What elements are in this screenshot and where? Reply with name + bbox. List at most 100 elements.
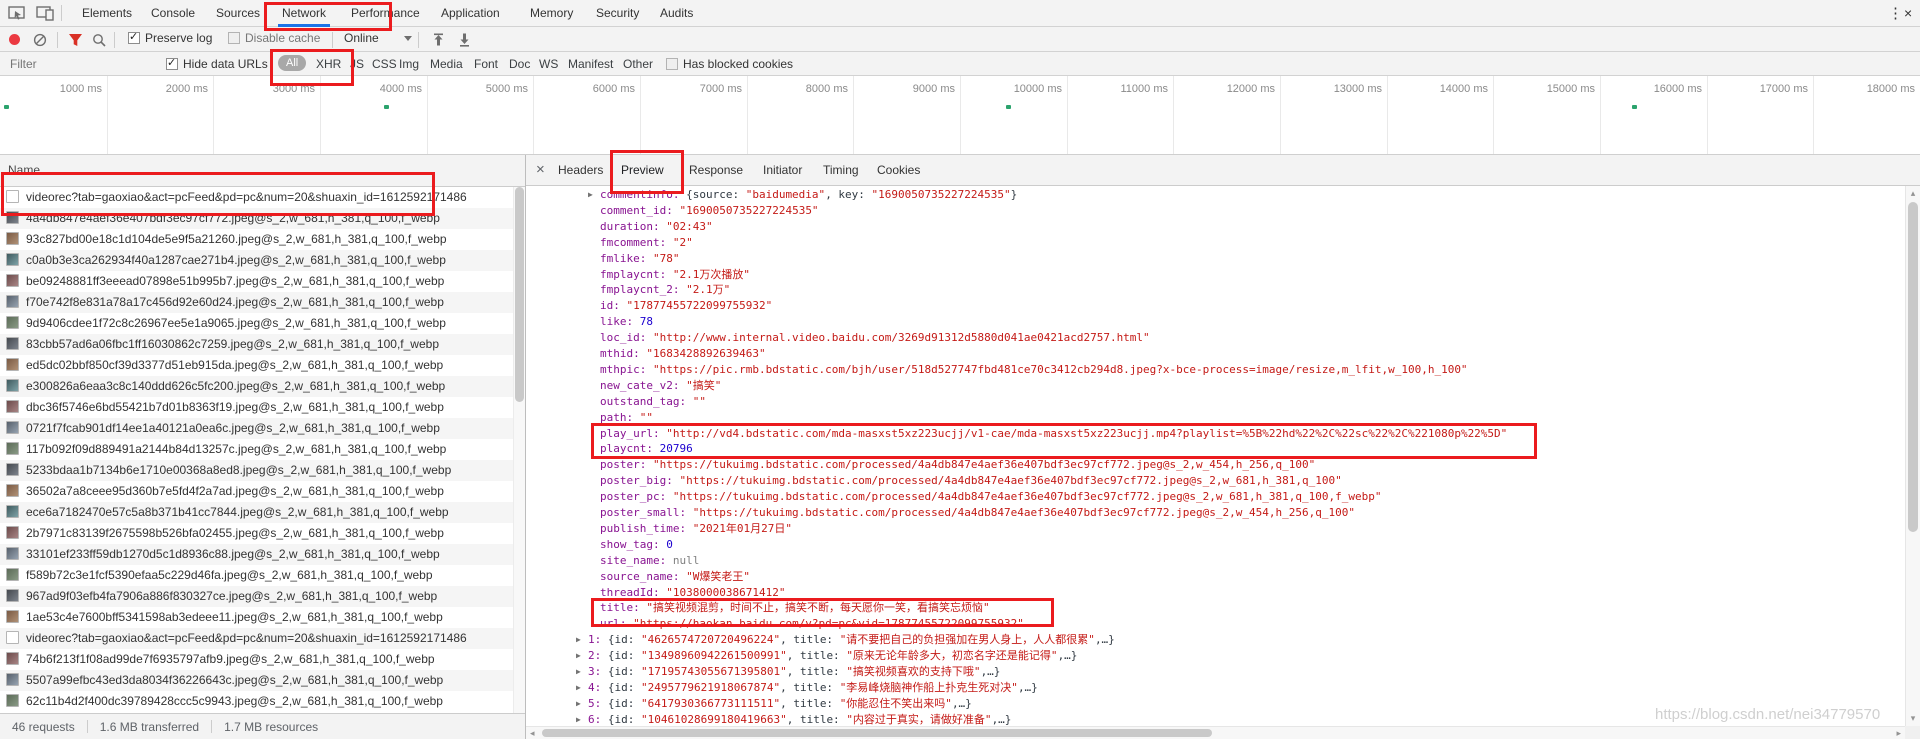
checkbox-checked-icon[interactable] bbox=[166, 58, 178, 70]
scroll-right-icon[interactable]: ▸ bbox=[1896, 727, 1901, 739]
checkbox-unchecked-icon[interactable] bbox=[228, 32, 240, 44]
main-tab-performance[interactable]: Performance bbox=[351, 6, 420, 20]
scrollbar-thumb[interactable] bbox=[515, 187, 524, 402]
checkbox-unchecked-icon[interactable] bbox=[666, 58, 678, 70]
request-row[interactable]: 0721f7fcab901df14ee1a40121a0ea6c.jpeg@s_… bbox=[0, 418, 513, 439]
main-tab-elements[interactable]: Elements bbox=[82, 6, 132, 20]
throttling-value[interactable]: Online bbox=[344, 31, 379, 45]
expand-arrow-icon[interactable]: ▶ bbox=[576, 648, 588, 664]
scroll-left-icon[interactable]: ◂ bbox=[530, 727, 535, 739]
filter-type-all[interactable]: All bbox=[278, 55, 306, 69]
request-row[interactable]: videorec?tab=gaoxiao&act=pcFeed&pd=pc&nu… bbox=[0, 628, 513, 649]
detail-tab-preview[interactable]: Preview bbox=[621, 163, 664, 177]
hide-data-urls-checkbox[interactable]: Hide data URLs bbox=[166, 57, 268, 73]
request-row[interactable]: videorec?tab=gaoxiao&act=pcFeed&pd=pc&nu… bbox=[0, 187, 513, 208]
request-row[interactable]: f589b72c3e1fcf5390efaa5c229d46fa.jpeg@s_… bbox=[0, 565, 513, 586]
filter-type-selected-pill[interactable]: All bbox=[278, 55, 306, 71]
request-row[interactable]: e300826a6eaa3c8c140ddd626c5fc200.jpeg@s_… bbox=[0, 376, 513, 397]
scroll-down-icon[interactable]: ▾ bbox=[1906, 713, 1920, 724]
throttling-select[interactable]: Online bbox=[344, 31, 412, 47]
preserve-log-checkbox[interactable]: Preserve log bbox=[128, 31, 212, 47]
request-row[interactable]: ece6a7182470e57c5a8b371b41cc7844.jpeg@s_… bbox=[0, 502, 513, 523]
disable-cache-checkbox[interactable]: Disable cache bbox=[228, 31, 320, 47]
filter-type-ws[interactable]: WS bbox=[539, 57, 558, 71]
detail-tab-cookies[interactable]: Cookies bbox=[877, 163, 920, 177]
request-row[interactable]: 36502a7a8ceee95d360b7e5fd4f2a7ad.jpeg@s_… bbox=[0, 481, 513, 502]
search-icon[interactable] bbox=[92, 33, 106, 47]
scrollbar-thumb[interactable] bbox=[542, 729, 1212, 737]
request-row[interactable]: 1ae53c4e7600bff5341598ab3edeee11.jpeg@s_… bbox=[0, 607, 513, 628]
timeline-tick-label: 14000 ms bbox=[1440, 83, 1488, 95]
request-row[interactable]: 62c11b4d2f400dc39789428ccc5c9943.jpeg@s_… bbox=[0, 691, 513, 712]
expand-arrow-icon[interactable]: ▶ bbox=[576, 664, 588, 680]
kebab-menu-icon[interactable]: ⋮ bbox=[1888, 4, 1903, 22]
clear-network-log-icon[interactable] bbox=[33, 33, 47, 47]
import-har-icon[interactable] bbox=[432, 33, 445, 47]
json-key: new_cate_v2: bbox=[600, 379, 686, 392]
scroll-up-icon[interactable]: ▴ bbox=[1906, 188, 1920, 199]
hide-data-urls-label[interactable]: Hide data URLs bbox=[183, 57, 268, 71]
request-row[interactable]: 93c827bd00e18c1d104de5e9f5a21260.jpeg@s_… bbox=[0, 229, 513, 250]
detail-tab-response[interactable]: Response bbox=[689, 163, 743, 177]
expand-arrow-icon[interactable]: ▶ bbox=[576, 712, 588, 726]
main-tab-console[interactable]: Console bbox=[151, 6, 195, 20]
expand-arrow-icon[interactable]: ▶ bbox=[576, 696, 588, 712]
filter-type-other[interactable]: Other bbox=[623, 57, 653, 71]
filter-type-js[interactable]: JS bbox=[350, 57, 364, 71]
detail-tab-timing[interactable]: Timing bbox=[823, 163, 859, 177]
has-blocked-cookies-label[interactable]: Has blocked cookies bbox=[683, 57, 793, 71]
main-tab-network[interactable]: Network bbox=[282, 6, 326, 20]
name-column-header[interactable]: Name bbox=[0, 155, 525, 187]
device-toolbar-icon[interactable] bbox=[36, 5, 54, 21]
request-row[interactable]: 4a4db847e4aef36e407bdf3ec97cf772.jpeg@s_… bbox=[0, 208, 513, 229]
preview-vertical-scrollbar[interactable]: ▴ ▾ bbox=[1905, 186, 1920, 726]
preserve-log-label[interactable]: Preserve log bbox=[145, 31, 212, 45]
detail-tab-initiator[interactable]: Initiator bbox=[763, 163, 802, 177]
close-devtools-icon[interactable]: × bbox=[1904, 5, 1912, 21]
filter-type-doc[interactable]: Doc bbox=[509, 57, 530, 71]
filter-type-img[interactable]: Img bbox=[399, 57, 419, 71]
scrollbar-thumb[interactable] bbox=[1908, 202, 1918, 532]
has-blocked-cookies-checkbox[interactable]: Has blocked cookies bbox=[666, 57, 793, 73]
expand-arrow-icon[interactable]: ▶ bbox=[576, 680, 588, 696]
inspect-element-icon[interactable] bbox=[8, 5, 26, 21]
filter-type-xhr[interactable]: XHR bbox=[316, 57, 341, 71]
expand-arrow-icon[interactable]: ▶ bbox=[588, 187, 600, 203]
request-row[interactable]: ed5dc02bbf850cf39d3377d51eb915da.jpeg@s_… bbox=[0, 355, 513, 376]
filter-input[interactable] bbox=[8, 56, 162, 72]
record-network-log-button[interactable] bbox=[9, 34, 20, 45]
request-row[interactable]: be09248881ff3eeead07898e51b995b7.jpeg@s_… bbox=[0, 271, 513, 292]
request-row[interactable]: 74b6f213f1f08ad99de7f6935797afb9.jpeg@s_… bbox=[0, 649, 513, 670]
main-tab-audits[interactable]: Audits bbox=[660, 6, 693, 20]
request-row[interactable]: 2b7971c83139f2675598b526bfa02455.jpeg@s_… bbox=[0, 523, 513, 544]
request-row[interactable]: 967ad9f03efb4fa7906a886f830327ce.jpeg@s_… bbox=[0, 586, 513, 607]
export-har-icon[interactable] bbox=[458, 33, 471, 47]
preview-horizontal-scrollbar[interactable]: ◂ ▸ bbox=[526, 726, 1905, 739]
request-row[interactable]: dbc36f5746e6bd55421b7d01b8363f19.jpeg@s_… bbox=[0, 397, 513, 418]
request-row[interactable]: 117b092f09d889491a2144b84d13257c.jpeg@s_… bbox=[0, 439, 513, 460]
main-tab-sources[interactable]: Sources bbox=[216, 6, 260, 20]
timeline-tick-label: 16000 ms bbox=[1654, 83, 1702, 95]
request-row[interactable]: 9d9406cdee1f72c8c26967ee5e1a9065.jpeg@s_… bbox=[0, 313, 513, 334]
expand-arrow-icon[interactable]: ▶ bbox=[576, 632, 588, 648]
request-row[interactable]: 5507a99efbc43ed3da8034f36226643c.jpeg@s_… bbox=[0, 670, 513, 691]
request-row[interactable]: 5233bdaa1b7134b6e1710e00368a8ed8.jpeg@s_… bbox=[0, 460, 513, 481]
request-row[interactable]: f70e742f8e831a78a17c456d92e60d24.jpeg@s_… bbox=[0, 292, 513, 313]
checkbox-checked-icon[interactable] bbox=[128, 32, 140, 44]
main-tab-memory[interactable]: Memory bbox=[530, 6, 573, 20]
request-row[interactable]: c0a0b3e3ca262934f40a1287cae271b4.jpeg@s_… bbox=[0, 250, 513, 271]
network-overview-strip[interactable]: 1000 ms2000 ms3000 ms4000 ms5000 ms6000 … bbox=[0, 76, 1920, 155]
filter-type-media[interactable]: Media bbox=[430, 57, 463, 71]
filter-type-font[interactable]: Font bbox=[474, 57, 498, 71]
filter-type-css[interactable]: CSS bbox=[372, 57, 397, 71]
request-row[interactable]: 33101ef233ff59db1270d5c1d8936c88.jpeg@s_… bbox=[0, 544, 513, 565]
detail-tab-headers[interactable]: Headers bbox=[558, 163, 603, 177]
request-row[interactable]: 83cbb57ad6a06fbc1ff16030862c7259.jpeg@s_… bbox=[0, 334, 513, 355]
filter-funnel-icon[interactable] bbox=[68, 33, 83, 47]
disable-cache-label[interactable]: Disable cache bbox=[245, 31, 320, 45]
filter-type-manifest[interactable]: Manifest bbox=[568, 57, 613, 71]
main-tab-application[interactable]: Application bbox=[441, 6, 500, 20]
main-tab-security[interactable]: Security bbox=[596, 6, 639, 20]
requests-scrollbar[interactable] bbox=[513, 187, 525, 713]
close-detail-icon[interactable]: × bbox=[536, 161, 545, 178]
